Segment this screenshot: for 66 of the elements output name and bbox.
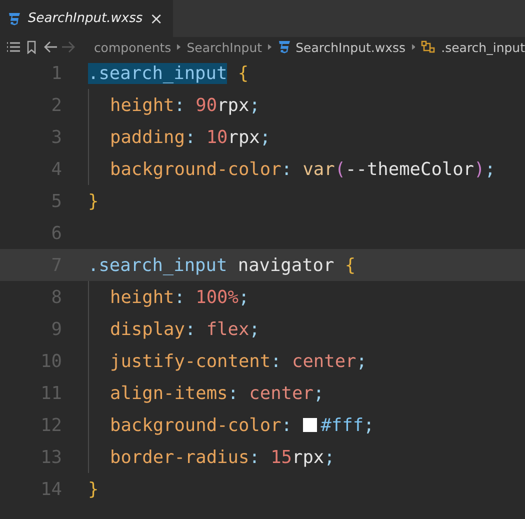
code-token: rpx [292, 446, 324, 468]
code-token: border-radius [110, 446, 250, 468]
code-token: .search_input [88, 62, 228, 84]
code-token: : [174, 94, 185, 116]
code-token: ; [238, 286, 250, 308]
code-token: ; [313, 382, 324, 404]
code-token: navigator [238, 254, 334, 276]
code-token: flex [206, 318, 250, 340]
code-token: { [344, 254, 356, 276]
code-token: : [174, 286, 185, 308]
breadcrumb-item[interactable]: components [94, 40, 172, 54]
code-token: } [88, 478, 99, 500]
bookmark-icon[interactable] [28, 40, 36, 54]
code-token: 15 [270, 446, 292, 468]
code-token: background-color [110, 414, 282, 436]
code-token: 100% [196, 286, 238, 308]
code-token: ; [484, 158, 496, 180]
color-swatch[interactable] [302, 418, 317, 432]
code-token: : [228, 382, 238, 404]
breadcrumb-item[interactable]: .search_input [421, 40, 525, 54]
code-token: center [249, 382, 314, 404]
code-token: background-color [110, 158, 282, 180]
code-token: align-items [110, 382, 228, 404]
code-token: ; [249, 94, 260, 116]
code-token: : [249, 446, 260, 468]
code-token: .search_input [88, 254, 228, 276]
css-file-icon [278, 40, 291, 54]
code-token: ( [334, 158, 346, 180]
code-token: : [281, 414, 292, 436]
code-token: display [110, 318, 185, 340]
code-token: height [110, 94, 174, 116]
code-token: ; [260, 126, 271, 148]
editor-tab[interactable]: SearchInput.wxss × [0, 0, 174, 37]
code-token: rpx [228, 126, 260, 148]
close-icon[interactable]: × [150, 9, 164, 28]
code-token: center [292, 350, 356, 372]
breadcrumb-item[interactable]: SearchInput.wxss [278, 40, 406, 54]
list-icon[interactable] [6, 42, 20, 52]
code-token: var [302, 158, 335, 180]
code-token: 10 [206, 126, 228, 148]
code-token: rpx [217, 94, 250, 116]
code-token: : [184, 318, 196, 340]
code-token: ) [474, 158, 485, 180]
tab-label: SearchInput.wxss [28, 11, 143, 26]
chevron-icon [412, 43, 416, 51]
code-token: } [88, 190, 99, 212]
code-token: justify-content [110, 350, 271, 372]
code-token: --themeColor [346, 158, 474, 180]
chevron-icon [268, 43, 272, 51]
code-token: #fff [320, 414, 364, 436]
chevron-icon [177, 43, 181, 51]
code-token: : [270, 350, 282, 372]
code-token: : [184, 126, 196, 148]
code-token: ; [324, 446, 335, 468]
code-token: ; [249, 318, 260, 340]
code-token: ; [356, 350, 367, 372]
code-token: padding [110, 126, 185, 148]
code-token: 90 [196, 94, 218, 116]
code-token: height [110, 286, 174, 308]
code-token: : [281, 158, 292, 180]
css-file-icon [8, 12, 21, 26]
symbol-icon [421, 40, 436, 54]
back-arrow-icon[interactable] [44, 41, 58, 53]
code-token: ; [364, 414, 374, 436]
code-token: { [238, 62, 249, 84]
breadcrumb-item[interactable]: SearchInput [186, 40, 262, 54]
